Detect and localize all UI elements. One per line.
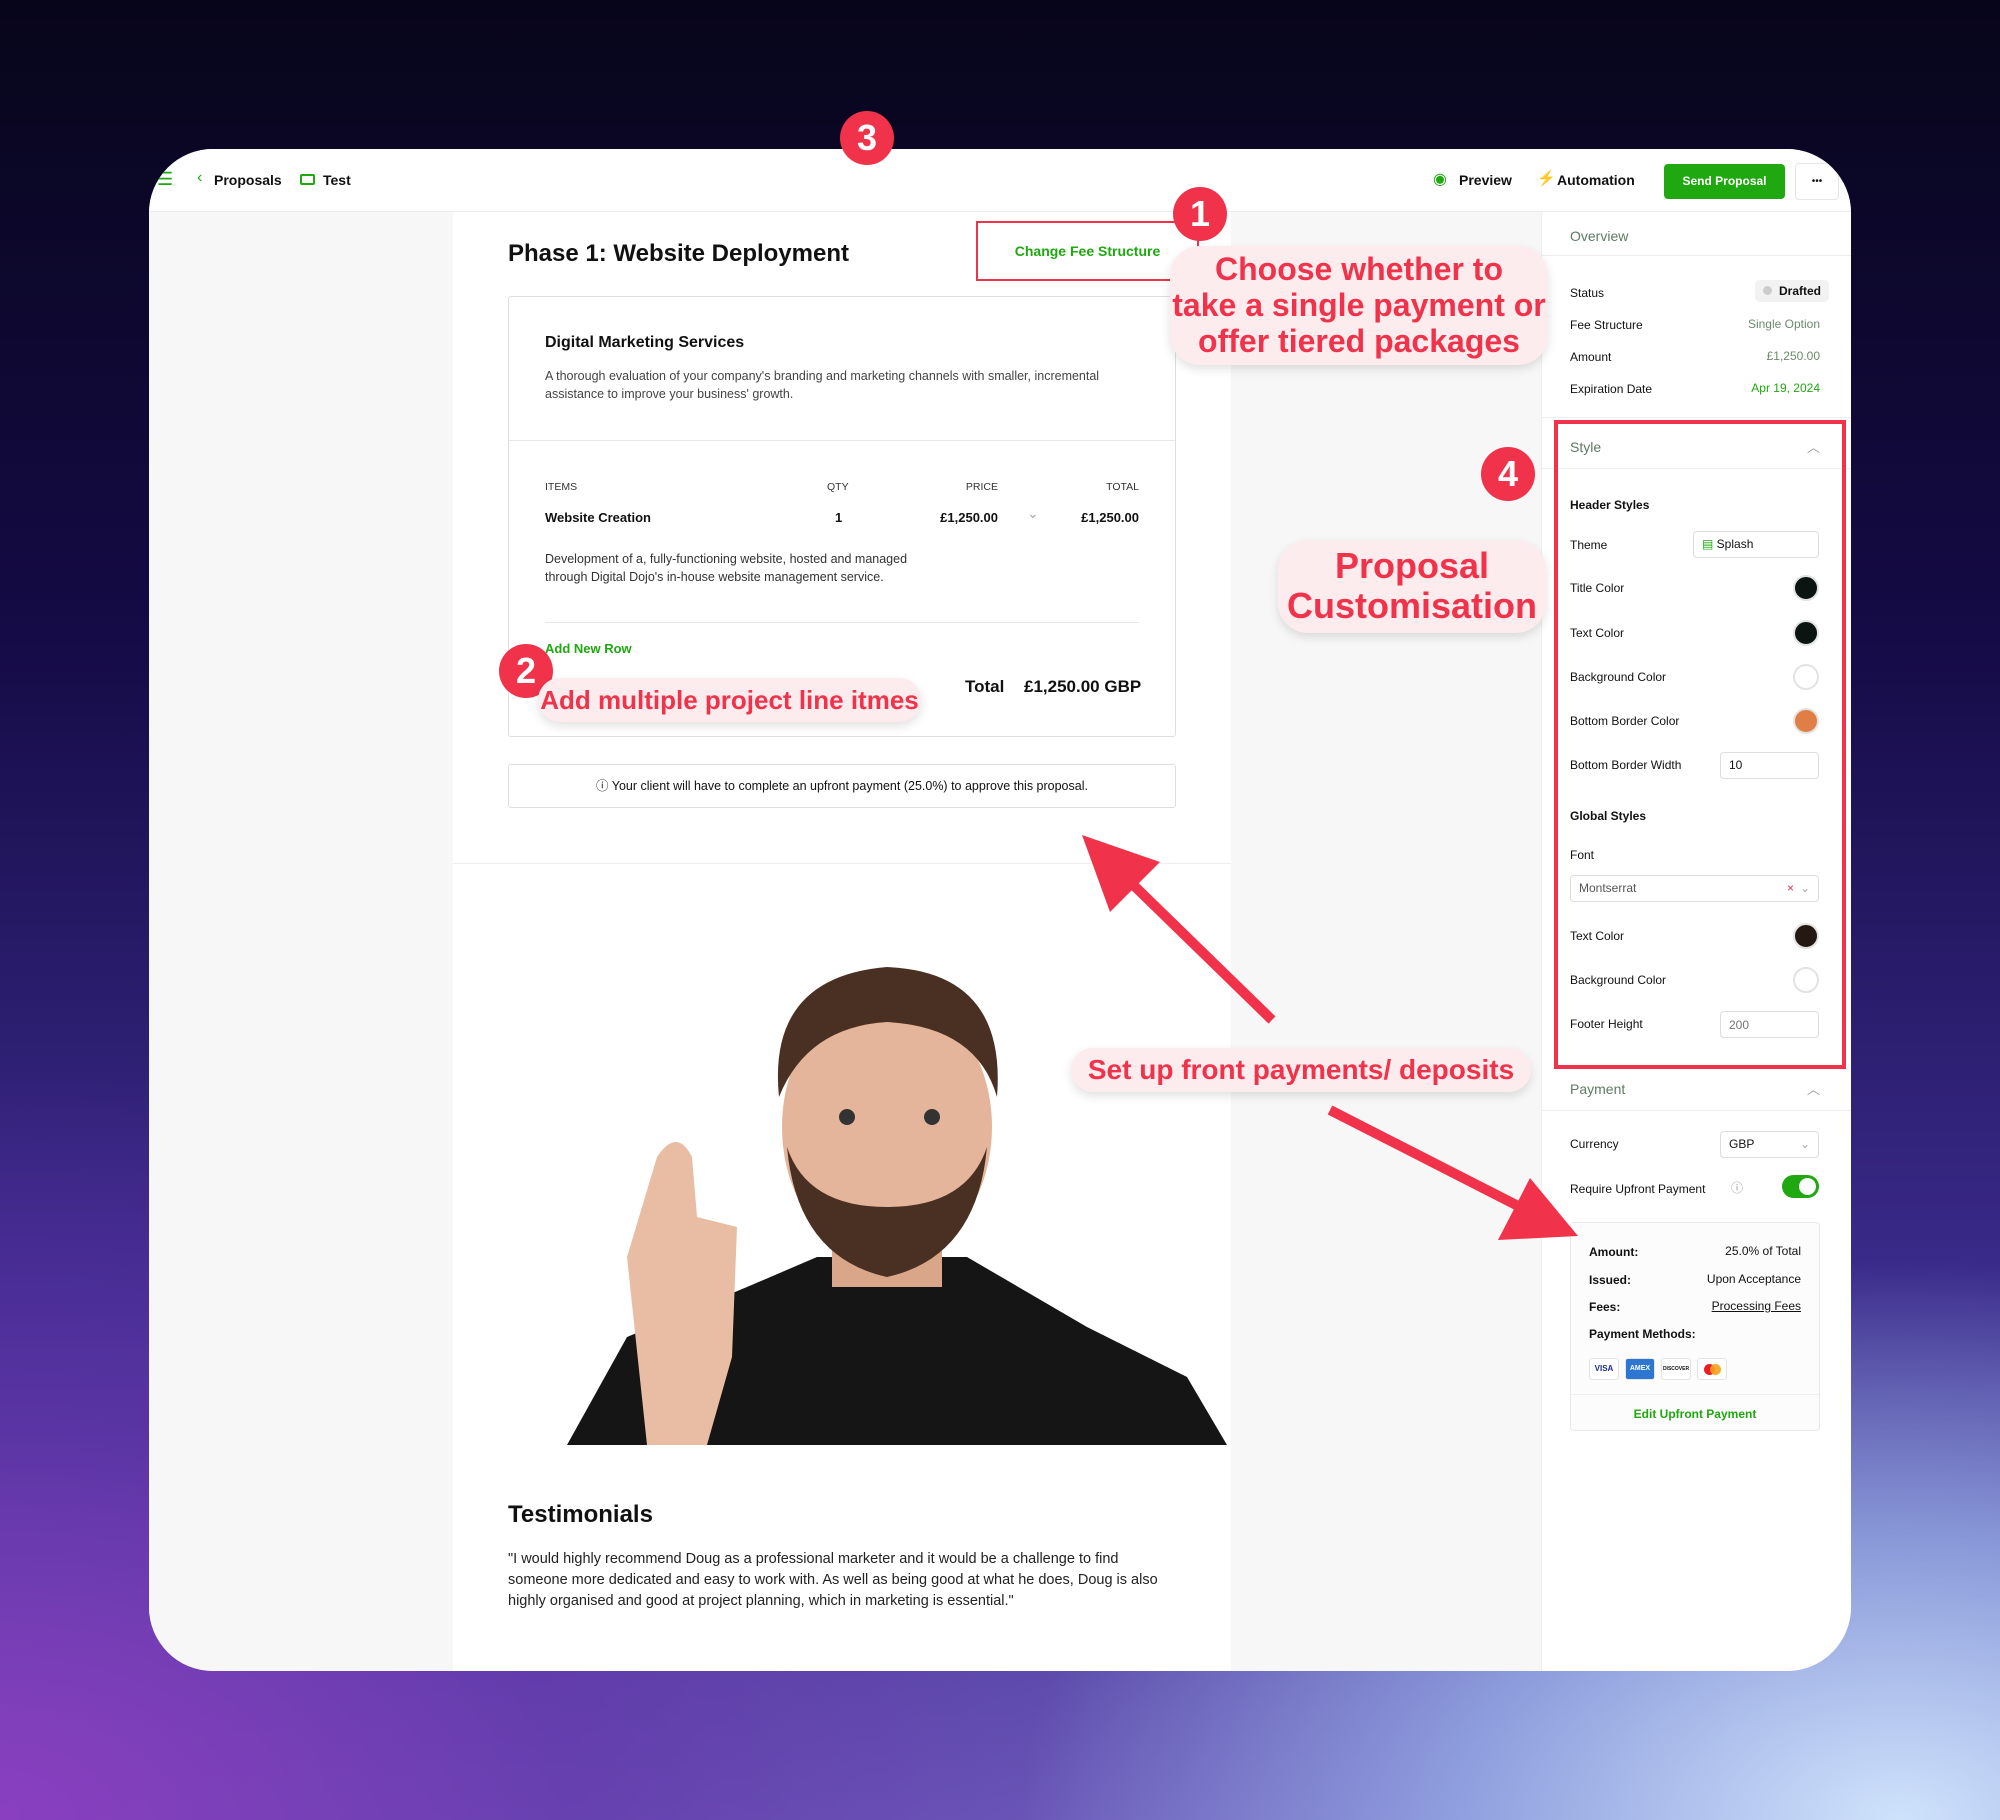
annotation-line: Proposal — [1334, 545, 1490, 586]
annotation-line: Customisation — [1286, 585, 1537, 627]
annotation-payments: Set up front payments/ deposits — [1071, 1048, 1531, 1092]
arrow-to-payment — [1327, 1105, 1578, 1240]
arrow-to-notice — [1082, 835, 1276, 1024]
annotation-number-4: 4 — [1481, 447, 1535, 501]
annotation-line: offer tiered packages — [1198, 322, 1520, 359]
annotation-fee-structure: Choose whether to take a single payment … — [1170, 246, 1548, 366]
annotation-line: take a single payment or — [1172, 286, 1546, 323]
annotation-arrows — [1082, 835, 1578, 1240]
annotation-customisation: Proposal Customisation — [1278, 540, 1546, 633]
annotation-line-items: Add multiple project line itmes — [538, 678, 921, 722]
annotation-number-3: 3 — [840, 111, 894, 165]
annotation-number-1: 1 — [1173, 187, 1227, 241]
annotation-line: Choose whether to — [1214, 251, 1503, 287]
